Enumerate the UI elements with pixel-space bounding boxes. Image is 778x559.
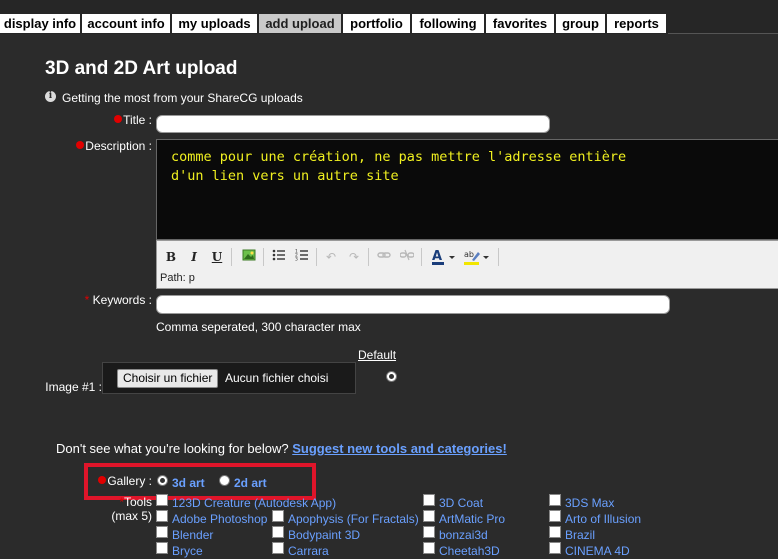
editor-toolbar: B I U 123 ↶ ↷ A ab Path: p xyxy=(156,240,778,289)
text-color-icon[interactable]: A xyxy=(431,248,457,266)
tool-name[interactable]: Blender xyxy=(172,528,213,542)
tab-add-upload[interactable]: add upload xyxy=(259,14,343,33)
tool-checkbox[interactable] xyxy=(423,494,435,506)
tool-name[interactable]: Carrara xyxy=(288,544,329,558)
tool-name[interactable]: Brazil xyxy=(565,528,595,542)
required-dot-icon xyxy=(114,115,123,123)
tool-checkbox[interactable] xyxy=(156,542,168,554)
svg-text:3: 3 xyxy=(295,257,298,263)
tool-checkbox[interactable] xyxy=(272,542,284,554)
redo-icon[interactable]: ↷ xyxy=(345,248,363,266)
editor-path: Path: p xyxy=(160,272,195,284)
toolbar-separator xyxy=(368,248,369,266)
tab-portfolio[interactable]: portfolio xyxy=(343,14,412,33)
description-textarea[interactable]: comme pour une création, ne pas mettre l… xyxy=(156,139,778,240)
tools-label: *Tools xyxy=(119,495,152,509)
tool-name[interactable]: Cheetah3D xyxy=(439,544,500,558)
tool-name[interactable]: Adobe Photoshop xyxy=(172,512,267,526)
tool-name[interactable]: ArtMatic Pro xyxy=(439,512,505,526)
tool-checkbox[interactable] xyxy=(423,510,435,522)
required-star-icon: * xyxy=(84,293,90,307)
toolbar-separator xyxy=(231,248,232,266)
numbered-list-icon[interactable]: 123 xyxy=(293,248,311,266)
image-label: Image #1 : xyxy=(45,380,102,394)
tool-name[interactable]: Arto of Illusion xyxy=(565,512,641,526)
tab-favorites[interactable]: favorites xyxy=(486,14,556,33)
tool-name[interactable]: 123D Creature (Autodesk App) xyxy=(172,496,336,510)
tab-reports[interactable]: reports xyxy=(607,14,668,33)
svg-text:A: A xyxy=(432,249,442,264)
keywords-label: * Keywords : xyxy=(84,293,152,307)
tool-checkbox[interactable] xyxy=(549,526,561,538)
tool-checkbox[interactable] xyxy=(156,510,168,522)
tool-name[interactable]: Apophysis (For Fractals) xyxy=(288,512,419,526)
required-dot-icon xyxy=(76,141,85,149)
highlight-color-icon[interactable]: ab xyxy=(463,248,491,266)
tool-checkbox[interactable] xyxy=(156,494,168,506)
description-editor: comme pour une création, ne pas mettre l… xyxy=(156,139,778,289)
tool-checkbox[interactable] xyxy=(549,510,561,522)
description-label: Description : xyxy=(60,139,152,153)
keywords-hint: Comma seperated, 300 character max xyxy=(156,320,361,334)
tab-display-info[interactable]: display info xyxy=(0,14,82,33)
description-line: d'un lien vers un autre site xyxy=(171,168,399,184)
default-image-radio[interactable] xyxy=(386,371,397,382)
suggest-line: Don't see what you're looking for below?… xyxy=(56,441,507,456)
bold-icon[interactable]: B xyxy=(162,248,180,266)
choose-file-button[interactable]: Choisir un fichier xyxy=(117,369,219,388)
insert-image-icon[interactable] xyxy=(240,248,258,266)
suggest-prefix: Don't see what you're looking for below? xyxy=(56,441,289,456)
page-title: 3D and 2D Art upload xyxy=(45,58,238,79)
tool-name[interactable]: 3D Coat xyxy=(439,496,483,510)
tab-group[interactable]: group xyxy=(556,14,607,33)
title-input[interactable] xyxy=(156,115,550,133)
tool-name[interactable]: bonzai3d xyxy=(439,528,488,542)
tool-name[interactable]: CINEMA 4D xyxy=(565,544,630,558)
tool-checkbox[interactable] xyxy=(156,526,168,538)
tool-checkbox[interactable] xyxy=(272,526,284,538)
title-label: Title : xyxy=(100,113,152,127)
tool-checkbox[interactable] xyxy=(423,542,435,554)
toolbar-separator xyxy=(421,248,422,266)
tools-max-label: (max 5) xyxy=(111,509,152,523)
toolbar-separator xyxy=(316,248,317,266)
toolbar-separator xyxy=(263,248,264,266)
description-line: comme pour une création, ne pas mettre l… xyxy=(171,149,627,165)
tab-bar: display info account info my uploads add… xyxy=(0,0,778,34)
toolbar-separator xyxy=(498,248,499,266)
bullet-list-icon[interactable] xyxy=(270,248,288,266)
info-icon[interactable]: i xyxy=(45,91,56,102)
undo-icon[interactable]: ↶ xyxy=(322,248,340,266)
tool-checkbox[interactable] xyxy=(272,510,284,522)
underline-icon[interactable]: U xyxy=(208,248,226,266)
svg-text:ab: ab xyxy=(464,250,474,259)
tool-checkbox[interactable] xyxy=(549,542,561,554)
italic-icon[interactable]: I xyxy=(185,248,203,266)
suggest-link[interactable]: Suggest new tools and categories! xyxy=(292,441,507,456)
tab-divider xyxy=(668,33,778,34)
tab-following[interactable]: following xyxy=(412,14,486,33)
unlink-icon[interactable] xyxy=(398,248,416,266)
tool-name[interactable]: Bryce xyxy=(172,544,203,558)
file-status: Aucun fichier choisi xyxy=(225,371,329,385)
info-text[interactable]: Getting the most from your ShareCG uploa… xyxy=(62,91,303,105)
default-link[interactable]: Default xyxy=(358,348,396,362)
tool-name[interactable]: 3DS Max xyxy=(565,496,614,510)
tab-my-uploads[interactable]: my uploads xyxy=(172,14,259,33)
file-input: Choisir un fichier Aucun fichier choisi xyxy=(102,362,356,394)
link-icon[interactable] xyxy=(375,248,393,266)
tool-checkbox[interactable] xyxy=(549,494,561,506)
tool-name[interactable]: Bodypaint 3D xyxy=(288,528,360,542)
tool-checkbox[interactable] xyxy=(423,526,435,538)
tab-account-info[interactable]: account info xyxy=(82,14,172,33)
keywords-input[interactable] xyxy=(156,295,670,314)
